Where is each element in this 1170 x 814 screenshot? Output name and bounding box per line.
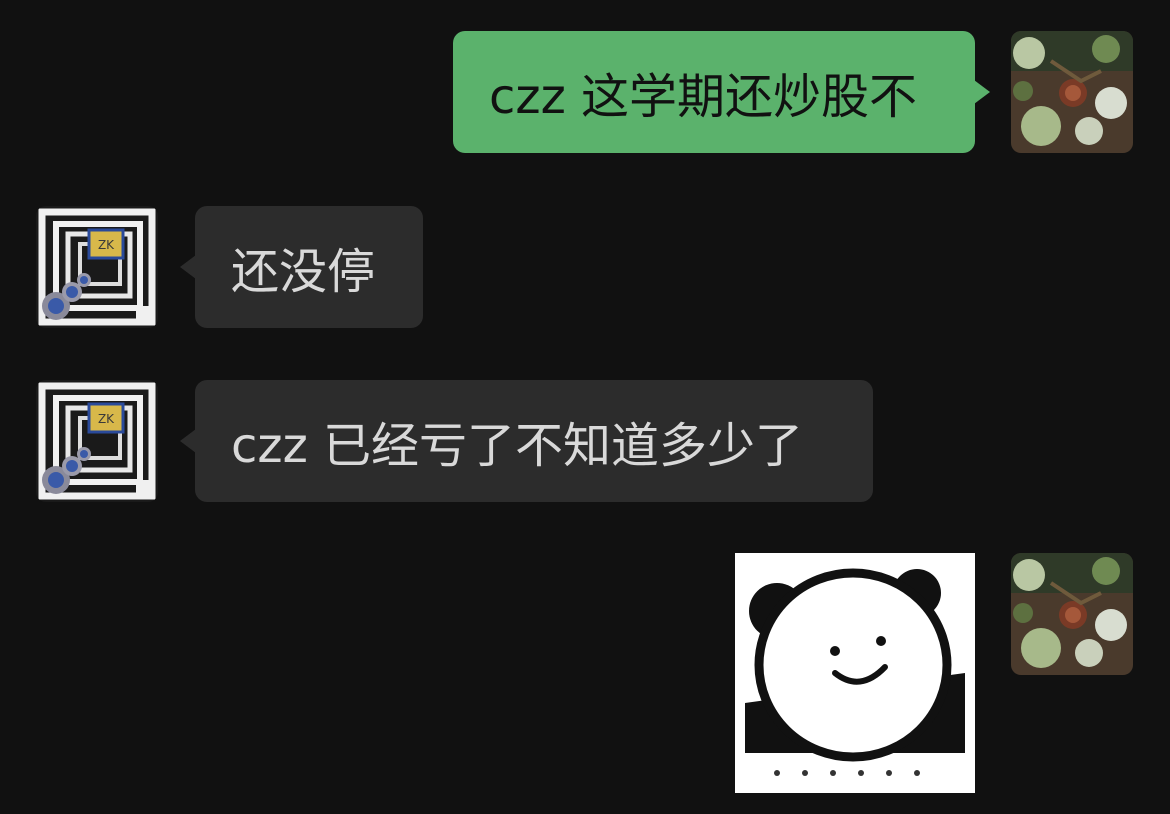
square-tunnel-logo-avatar[interactable] [36,206,158,328]
flowers-teacup-avatar[interactable] [1011,553,1133,675]
incoming-message-bubble[interactable]: czz 已经亏了不知道多少了 [180,380,873,502]
smiling-panda-sticker[interactable] [735,553,975,793]
bubble-tail [974,80,990,104]
flowers-teacup-avatar[interactable] [1011,31,1133,153]
message-text: czz 已经亏了不知道多少了 [231,418,804,474]
incoming-message-bubble[interactable]: 还没停 [180,206,423,328]
outgoing-message-bubble[interactable]: czz 这学期还炒股不 [453,31,990,153]
message-text: czz 这学期还炒股不 [489,69,918,125]
message-text: 还没停 [231,244,376,300]
bubble-tail [180,429,196,453]
square-tunnel-logo-avatar[interactable] [36,380,158,502]
bubble-tail [180,255,196,279]
